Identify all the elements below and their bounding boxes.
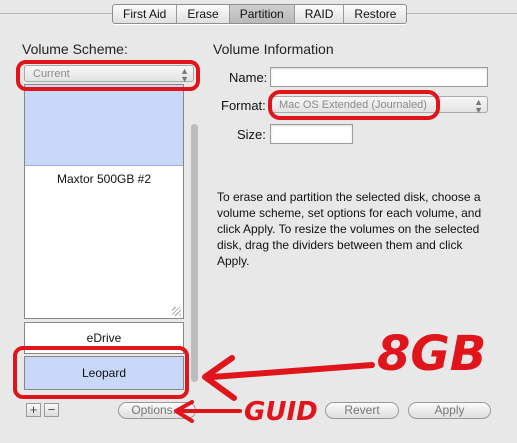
- tab-bar: First Aid Erase Partition RAID Restore: [112, 4, 408, 24]
- tab-restore[interactable]: Restore: [344, 5, 406, 23]
- tab-partition[interactable]: Partition: [229, 5, 295, 23]
- annotation-options-note: GUID: [244, 397, 318, 427]
- tab-first-aid[interactable]: First Aid: [113, 5, 178, 23]
- tab-raid[interactable]: RAID: [295, 5, 345, 23]
- tab-erase[interactable]: Erase: [177, 5, 230, 23]
- annotation-size-note: 8GB: [377, 326, 487, 382]
